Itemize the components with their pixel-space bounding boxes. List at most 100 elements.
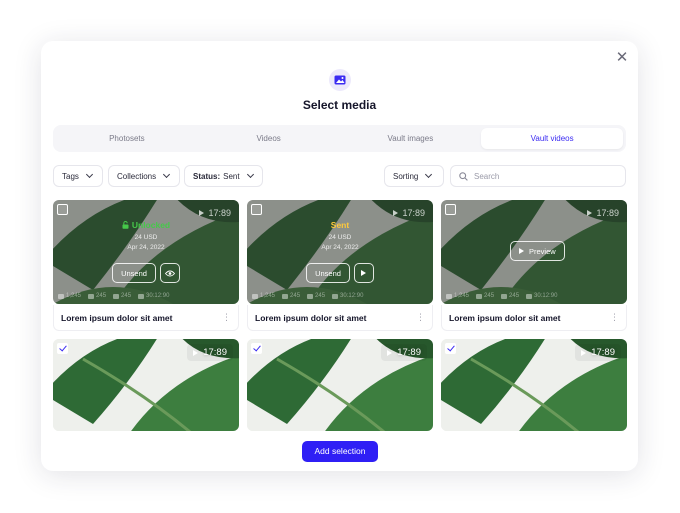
add-selection-button[interactable]: Add selection	[302, 441, 378, 462]
views-stat: 1,245	[58, 293, 81, 299]
close-icon[interactable]: ✕	[614, 49, 630, 65]
select-checkbox-checked[interactable]	[445, 343, 456, 354]
date-text: Apr 24, 2022	[321, 244, 359, 251]
unsend-button[interactable]: Unsend	[112, 263, 156, 283]
video-thumbnail[interactable]: 17:89	[53, 339, 239, 431]
status-text: Sent	[330, 220, 350, 230]
collections-dropdown[interactable]: Collections	[108, 165, 180, 187]
video-thumbnail[interactable]: 17:89	[247, 339, 433, 431]
watch-time: 30:12:90	[340, 293, 364, 299]
video-stats: 1,245 245 245 30:12:90	[252, 293, 363, 299]
card-actions: Unsend	[53, 263, 239, 283]
media-card[interactable]: 17:89	[441, 339, 627, 431]
status-text: Unlocked	[131, 220, 171, 230]
tab-photosets[interactable]: Photosets	[56, 128, 198, 149]
video-thumbnail[interactable]: 17:89 Preview 1,245 245 245 30:12:90	[441, 200, 627, 304]
sorting-label: Sorting	[393, 171, 419, 181]
more-options-icon[interactable]: ⋮	[416, 313, 425, 323]
video-duration: 17:89	[587, 208, 619, 218]
video-thumbnail[interactable]: 17:89 Sent 24 USD Apr 24, 2022 Unsend 1,…	[247, 200, 433, 304]
unsend-button[interactable]: Unsend	[306, 263, 350, 283]
select-checkbox-checked[interactable]	[57, 343, 68, 354]
card-caption: Lorem ipsum dolor sit amet ⋮	[441, 305, 627, 331]
select-checkbox-checked[interactable]	[251, 343, 262, 354]
play-icon	[581, 349, 587, 356]
eye-icon	[252, 293, 258, 299]
unlocked-lock-icon	[122, 221, 129, 229]
play-icon	[519, 248, 524, 254]
tags-label: Tags	[62, 171, 79, 181]
views-count: 1,245	[260, 293, 276, 299]
media-icon	[329, 69, 351, 91]
preview-button[interactable]: Preview	[510, 241, 565, 261]
play-button[interactable]	[353, 263, 374, 283]
search-input[interactable]	[474, 171, 614, 181]
video-duration: 17:89	[381, 344, 427, 361]
card-caption: Lorem ipsum dolor sit amet ⋮	[247, 305, 433, 331]
views-stat: 1,245	[252, 293, 275, 299]
tab-vault-videos[interactable]: Vault videos	[481, 128, 623, 149]
chevron-down-icon	[85, 170, 93, 179]
media-card[interactable]: 17:89 Unlocked 24 USD Apr 24, 2022 Unsen…	[53, 200, 239, 331]
media-card[interactable]: 17:89 Preview 1,245 245 245 30:12:90 Lor…	[441, 200, 627, 331]
watch-time-stat: 30:12:90	[526, 293, 557, 299]
media-tabs: Photosets Videos Vault images Vault vide…	[53, 125, 626, 152]
views-count: 1,245	[454, 293, 470, 299]
select-media-modal: ✕ Select media Photosets Videos Vault im…	[41, 41, 638, 471]
unlock-status: Unlocked 24 USD Apr 24, 2022	[53, 220, 239, 251]
comments-count: 245	[315, 293, 326, 299]
duration-text: 17:89	[402, 208, 425, 218]
price-text: 24 USD	[328, 234, 352, 241]
tags-dropdown[interactable]: Tags	[53, 165, 103, 187]
watch-time: 30:12:90	[146, 293, 170, 299]
chevron-down-icon	[425, 170, 433, 179]
likes-stat: 245	[88, 293, 106, 299]
play-icon	[387, 349, 393, 356]
duration-text: 17:89	[203, 347, 227, 358]
clock-icon	[138, 293, 145, 299]
video-stats: 1,245 245 245 30:12:90	[58, 293, 169, 299]
select-checkbox[interactable]	[251, 204, 262, 215]
search-icon	[459, 171, 468, 181]
sorting-dropdown[interactable]: Sorting	[384, 165, 444, 187]
video-thumbnail[interactable]: 17:89	[441, 339, 627, 431]
collections-label: Collections	[117, 171, 157, 181]
heart-icon	[282, 293, 289, 299]
play-icon	[193, 349, 199, 356]
comments-count: 245	[509, 293, 520, 299]
card-title: Lorem ipsum dolor sit amet	[255, 312, 367, 323]
unlocked-status: Unlocked	[53, 220, 239, 230]
tab-videos[interactable]: Videos	[198, 128, 340, 149]
tab-vault-images[interactable]: Vault images	[340, 128, 482, 149]
card-title: Lorem ipsum dolor sit amet	[449, 312, 561, 323]
comment-icon	[307, 293, 314, 299]
media-card[interactable]: 17:89	[247, 339, 433, 431]
comments-count: 245	[121, 293, 132, 299]
likes-stat: 245	[282, 293, 300, 299]
likes-count: 245	[290, 293, 301, 299]
price-text: 24 USD	[134, 234, 158, 241]
card-caption: Lorem ipsum dolor sit amet ⋮	[53, 305, 239, 331]
select-checkbox[interactable]	[57, 204, 68, 215]
media-card[interactable]: 17:89 Sent 24 USD Apr 24, 2022 Unsend 1,…	[247, 200, 433, 331]
duration-text: 17:89	[596, 208, 619, 218]
eye-icon	[164, 270, 175, 276]
eye-button[interactable]	[159, 263, 180, 283]
comments-stat: 245	[501, 293, 519, 299]
comment-icon	[113, 293, 120, 299]
video-thumbnail[interactable]: 17:89 Unlocked 24 USD Apr 24, 2022 Unsen…	[53, 200, 239, 304]
video-duration: 17:89	[393, 208, 425, 218]
play-icon	[393, 210, 399, 216]
more-options-icon[interactable]: ⋮	[610, 313, 619, 323]
duration-text: 17:89	[591, 347, 615, 358]
modal-title: Select media	[302, 98, 377, 112]
filter-bar: Tags Collections Status: Sent Sorting	[53, 165, 626, 187]
status-dropdown[interactable]: Status: Sent	[184, 165, 263, 187]
duration-text: 17:89	[397, 347, 421, 358]
chevron-down-icon	[246, 170, 254, 179]
select-checkbox[interactable]	[445, 204, 456, 215]
video-stats: 1,245 245 245 30:12:90	[446, 293, 557, 299]
media-card[interactable]: 17:89	[53, 339, 239, 431]
status-label: Status:	[193, 171, 221, 181]
more-options-icon[interactable]: ⋮	[222, 313, 231, 323]
